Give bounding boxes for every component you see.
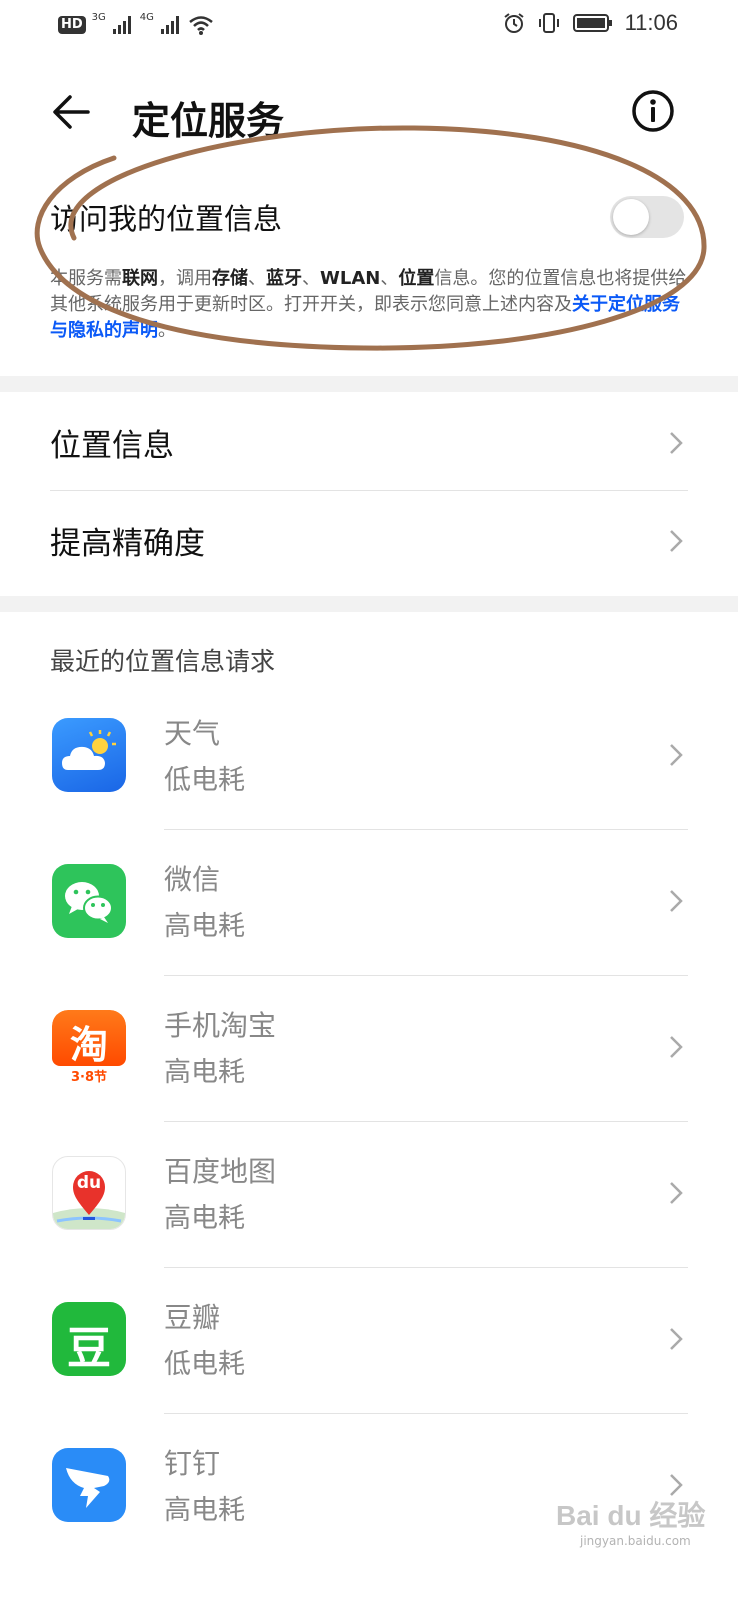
taobao-icon-sub: 3·8节 <box>70 1070 108 1084</box>
douban-icon-text: 豆 <box>67 1323 111 1374</box>
app-row-douban[interactable]: 豆 豆瓣 低电耗 <box>0 1268 738 1414</box>
status-bar-right: 11:06 <box>503 10 678 36</box>
baidu-map-icon: du <box>52 1156 126 1230</box>
taobao-icon-text: 淘 <box>69 1023 108 1067</box>
chevron-right-icon <box>670 1182 683 1204</box>
hd-voice-badge: HD <box>58 16 86 34</box>
app-power-usage: 高电耗 <box>164 1495 245 1526</box>
location-access-description: 本服务需联网，调用存储、蓝牙、WLAN、位置信息。您的位置信息也将提供给其他系统… <box>50 266 688 344</box>
app-name: 手机淘宝 <box>164 1009 277 1042</box>
info-button[interactable] <box>628 86 678 136</box>
weather-icon <box>52 718 126 792</box>
chevron-right-icon <box>670 530 683 552</box>
app-name: 微信 <box>164 863 221 896</box>
location-settings-menu: 位置信息 提高精确度 <box>0 392 738 596</box>
chevron-right-icon <box>670 1036 683 1058</box>
menu-item-label: 位置信息 <box>50 428 174 464</box>
app-name: 百度地图 <box>164 1155 277 1188</box>
vibrate-icon <box>538 13 559 33</box>
signal-icon <box>112 16 131 34</box>
location-access-label: 访问我的位置信息 <box>50 202 283 236</box>
app-power-usage: 低电耗 <box>164 765 245 796</box>
taobao-icon: 淘 3·8节 <box>52 1010 126 1084</box>
back-arrow-icon <box>53 95 90 129</box>
app-name: 钉钉 <box>164 1447 221 1480</box>
menu-item-improve-accuracy[interactable]: 提高精确度 <box>0 490 738 588</box>
back-button[interactable] <box>48 88 96 136</box>
location-access-toggle[interactable] <box>610 196 684 238</box>
chevron-right-icon <box>670 432 683 454</box>
battery-icon <box>572 14 612 32</box>
title-bar: 定位服务 <box>0 56 738 176</box>
app-name: 天气 <box>164 717 221 750</box>
desc-text: 、 <box>248 268 266 289</box>
desc-emphasis: 位置 <box>398 268 435 289</box>
desc-emphasis: WLAN <box>320 268 381 289</box>
clock: 11:06 <box>624 10 678 35</box>
menu-item-label: 提高精确度 <box>50 526 205 562</box>
signal-icon <box>160 16 179 34</box>
watermark-logo: Bai du 经验 <box>556 1500 706 1531</box>
desc-emphasis: 蓝牙 <box>266 268 302 289</box>
app-power-usage: 高电耗 <box>164 1203 245 1234</box>
app-power-usage: 高电耗 <box>164 911 245 942</box>
chevron-right-icon <box>670 890 683 912</box>
app-row-taobao[interactable]: 淘 3·8节 手机淘宝 高电耗 <box>0 976 738 1122</box>
wifi-icon <box>189 16 213 35</box>
desc-text: 、 <box>302 268 320 289</box>
dingtalk-icon <box>52 1448 126 1522</box>
chevron-right-icon <box>670 1328 683 1350</box>
status-bar: HD 3G 4G 11:06 <box>0 0 738 56</box>
toggle-knob <box>613 199 649 235</box>
desc-text: 、 <box>380 268 399 289</box>
app-row-weather[interactable]: 天气 低电耗 <box>0 684 738 830</box>
location-access-section: 访问我的位置信息 本服务需联网，调用存储、蓝牙、WLAN、位置信息。您的位置信息… <box>0 176 738 376</box>
baidu-icon-text: du <box>76 1173 102 1193</box>
page-title: 定位服务 <box>132 99 285 143</box>
app-row-wechat[interactable]: 微信 高电耗 <box>0 830 738 976</box>
watermark-url: jingyan.baidu.com <box>580 1534 691 1548</box>
desc-text: 本服务需 <box>50 268 122 289</box>
desc-text: 。 <box>158 320 176 341</box>
recent-location-requests: 最近的位置信息请求 天气 低电耗 微信 高电耗 淘 3·8节 手机淘宝 高电耗 … <box>0 612 738 1600</box>
app-row-baidu-map[interactable]: du 百度地图 高电耗 <box>0 1122 738 1268</box>
app-name: 豆瓣 <box>164 1301 221 1334</box>
desc-emphasis: 存储 <box>212 268 248 289</box>
status-bar-left: HD 3G 4G <box>58 11 214 36</box>
douban-icon: 豆 <box>52 1302 126 1376</box>
network-3g-label: 3G <box>91 11 106 23</box>
desc-text: ，调用 <box>158 268 212 289</box>
alarm-icon <box>503 13 524 33</box>
section-title: 最近的位置信息请求 <box>50 647 276 676</box>
app-power-usage: 高电耗 <box>164 1057 245 1088</box>
network-4g-label: 4G <box>139 11 154 23</box>
chevron-right-icon <box>670 744 683 766</box>
app-power-usage: 低电耗 <box>164 1349 245 1380</box>
menu-item-location-info[interactable]: 位置信息 <box>0 392 738 490</box>
desc-emphasis: 联网 <box>122 268 158 289</box>
wechat-icon <box>52 864 126 938</box>
info-icon <box>632 90 674 132</box>
